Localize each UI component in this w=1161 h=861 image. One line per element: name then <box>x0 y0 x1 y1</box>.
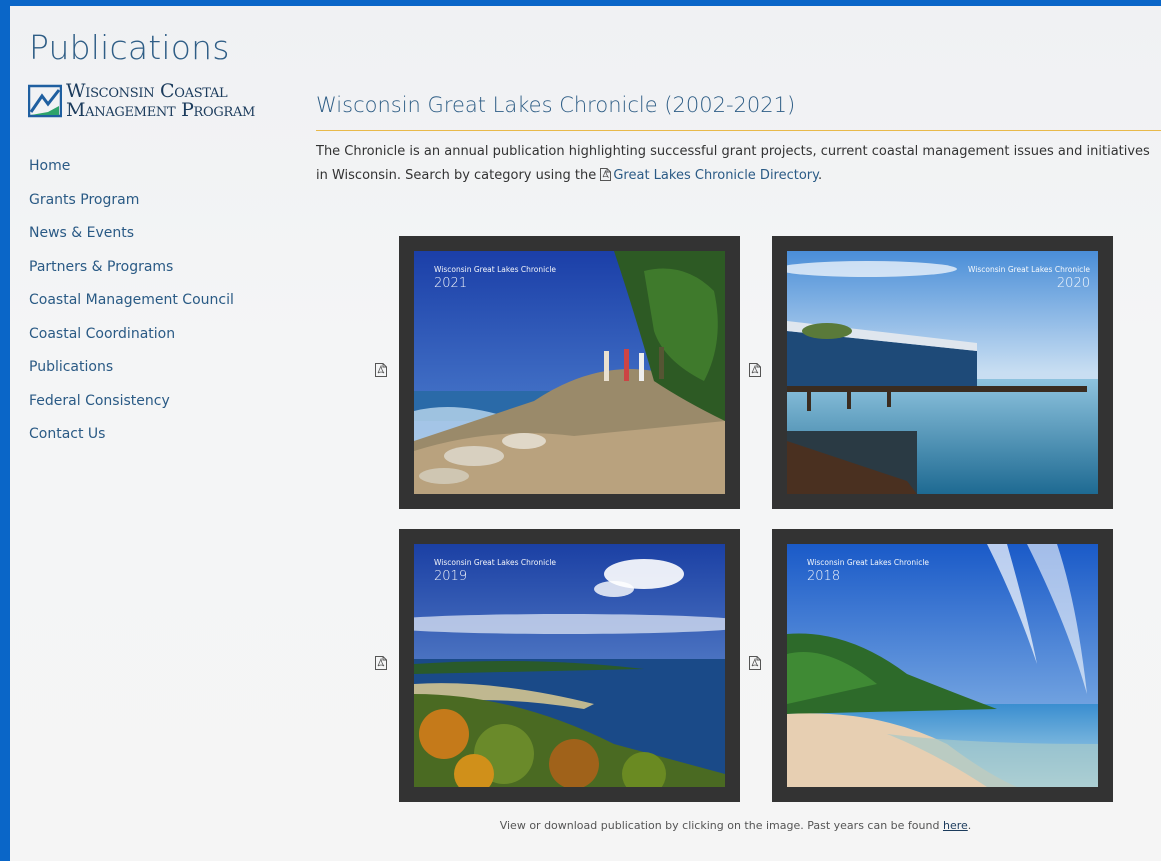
logo-line2: Management Program <box>66 99 256 121</box>
cover-year: 2021 <box>434 276 468 291</box>
cover-label: Wisconsin Great Lakes Chronicle <box>967 265 1090 274</box>
nav-item-coastal-management-council[interactable]: Coastal Management Council <box>29 290 234 324</box>
chronicle-cover-2020[interactable]: Wisconsin Great Lakes Chronicle 2020 <box>772 236 1113 509</box>
intro-end: . <box>818 168 823 183</box>
page: Publications Wisconsin Coastal Managemen… <box>10 6 1161 861</box>
pdf-icon[interactable] <box>375 363 387 377</box>
directory-link[interactable]: Great Lakes Chronicle Directory <box>600 168 818 183</box>
sidebar-nav: Home Grants Program News & Events Partne… <box>29 156 234 458</box>
nav-item-federal-consistency[interactable]: Federal Consistency <box>29 391 234 425</box>
chronicle-cover-2021[interactable]: Wisconsin Great Lakes Chronicle 2021 <box>399 236 740 509</box>
nav-item-coastal-coordination[interactable]: Coastal Coordination <box>29 324 234 358</box>
cover-photo: Wisconsin Great Lakes Chronicle 2018 <box>787 544 1098 787</box>
nav-item-home[interactable]: Home <box>29 156 234 190</box>
pdf-icon <box>600 168 612 181</box>
intro-paragraph: The Chronicle is an annual publication h… <box>316 140 1156 188</box>
pdf-icon[interactable] <box>375 656 387 670</box>
logo-text: Wisconsin Coastal Management Program <box>66 82 255 120</box>
cover-photo: Wisconsin Great Lakes Chronicle 2020 <box>787 251 1098 494</box>
nav-item-partners-programs[interactable]: Partners & Programs <box>29 257 234 291</box>
pdf-icon[interactable] <box>749 656 761 670</box>
past-years-link[interactable]: here <box>943 819 968 832</box>
nav-item-news-events[interactable]: News & Events <box>29 223 234 257</box>
cover-label: Wisconsin Great Lakes Chronicle <box>434 265 557 274</box>
cover-photo: Wisconsin Great Lakes Chronicle 2019 <box>414 544 725 787</box>
title-divider <box>316 130 1161 131</box>
wcmp-logo[interactable]: Wisconsin Coastal Management Program <box>28 82 255 120</box>
nav-item-grants-program[interactable]: Grants Program <box>29 190 234 224</box>
section-title: Wisconsin Great Lakes Chronicle (2002-20… <box>316 93 796 117</box>
chronicle-cover-2019[interactable]: Wisconsin Great Lakes Chronicle 2019 <box>399 529 740 802</box>
footer-note: View or download publication by clicking… <box>10 819 1161 832</box>
chronicle-cover-2018[interactable]: Wisconsin Great Lakes Chronicle 2018 <box>772 529 1113 802</box>
nav-item-publications[interactable]: Publications <box>29 357 234 391</box>
cover-year: 2018 <box>807 569 841 584</box>
page-title: Publications <box>29 28 230 67</box>
logo-mark-icon <box>28 84 62 118</box>
cover-label: Wisconsin Great Lakes Chronicle <box>434 558 557 567</box>
footer-note-text: View or download publication by clicking… <box>499 819 940 832</box>
directory-link-label: Great Lakes Chronicle Directory <box>613 168 818 183</box>
cover-photo: Wisconsin Great Lakes Chronicle 2021 <box>414 251 725 494</box>
cover-year: 2020 <box>1056 276 1090 291</box>
nav-item-contact-us[interactable]: Contact Us <box>29 424 234 458</box>
cover-year: 2019 <box>434 569 468 584</box>
footer-end: . <box>967 819 972 832</box>
cover-label: Wisconsin Great Lakes Chronicle <box>807 558 930 567</box>
pdf-icon[interactable] <box>749 363 761 377</box>
